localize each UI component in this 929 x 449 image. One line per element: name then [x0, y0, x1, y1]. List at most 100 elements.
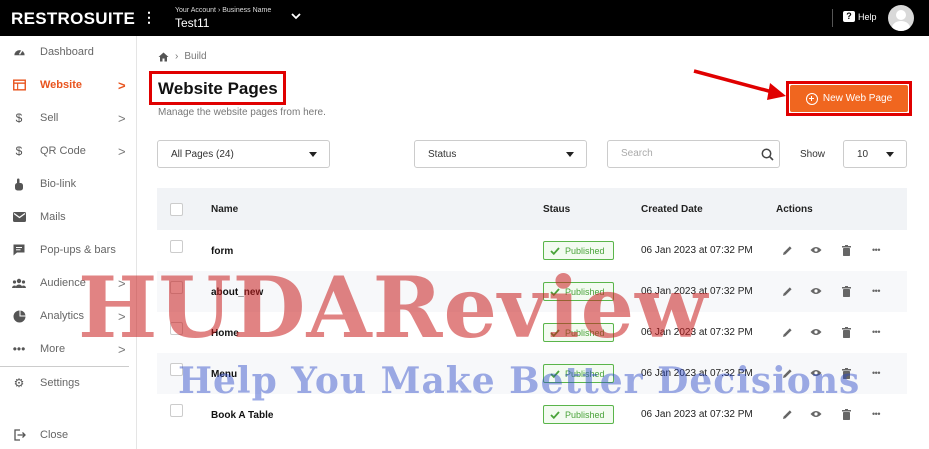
edit-pencil-icon[interactable] — [780, 284, 794, 298]
search-icon[interactable] — [761, 148, 774, 161]
sign-out-icon — [12, 428, 26, 442]
sidebar-item-close[interactable]: Close — [0, 420, 136, 449]
caret-down-icon — [886, 152, 894, 157]
caret-down-icon — [566, 152, 574, 157]
annotation-arrow — [693, 69, 786, 100]
check-icon — [550, 287, 560, 296]
new-web-page-label: New Web Page — [822, 93, 893, 104]
delete-trash-icon[interactable] — [839, 366, 853, 380]
avatar[interactable] — [888, 5, 914, 31]
select-all-checkbox[interactable] — [170, 203, 183, 216]
pie-chart-icon — [12, 309, 26, 323]
sidebar-item-more[interactable]: ••• More > — [0, 334, 136, 364]
chevron-right-icon: > — [118, 143, 126, 159]
status-filter-select[interactable]: Status — [414, 140, 587, 168]
column-header-name[interactable]: Name — [211, 204, 238, 215]
sidebar-item-label: Analytics — [40, 310, 85, 322]
chevron-right-icon: > — [118, 77, 126, 93]
account-switcher[interactable]: Your Account › Business Name Test11 — [175, 7, 271, 30]
more-options-icon[interactable]: ••• — [869, 366, 883, 380]
sidebar-item-settings[interactable]: ⚙ Settings — [0, 368, 136, 398]
gear-icon: ⚙ — [13, 376, 25, 390]
app-menu-icon[interactable]: ⋮ — [142, 10, 156, 24]
sidebar-item-website[interactable]: Website > — [0, 70, 136, 100]
status-label: Published — [565, 368, 605, 379]
sidebar-item-qr-code[interactable]: $ QR Code > — [0, 136, 136, 166]
more-options-icon[interactable]: ••• — [869, 243, 883, 257]
dots-icon: ••• — [12, 342, 26, 356]
sidebar-item-dashboard[interactable]: Dashboard — [0, 37, 136, 67]
more-options-icon[interactable]: ••• — [869, 407, 883, 421]
preview-eye-icon[interactable] — [809, 366, 823, 380]
status-filter-value: Status — [428, 148, 457, 160]
sidebar-item-label: Pop-ups & bars — [40, 244, 116, 256]
created-date: 06 Jan 2023 at 07:32 PM — [641, 286, 753, 297]
help-icon: ? — [843, 11, 855, 22]
sidebar-item-sell[interactable]: $ Sell > — [0, 103, 136, 133]
delete-trash-icon[interactable] — [839, 243, 853, 257]
sidebar: Dashboard Website > $ Sell > $ QR Code >… — [0, 36, 137, 449]
created-date: 06 Jan 2023 at 07:32 PM — [641, 368, 753, 379]
new-web-page-button[interactable]: New Web Page — [790, 85, 908, 112]
search-box — [607, 140, 780, 168]
home-icon[interactable] — [158, 52, 169, 62]
delete-trash-icon[interactable] — [839, 325, 853, 339]
page-name[interactable]: Book A Table — [211, 410, 273, 421]
envelope-icon — [12, 210, 26, 224]
status-label: Published — [565, 245, 605, 256]
sidebar-item-label: Dashboard — [40, 46, 94, 58]
preview-eye-icon[interactable] — [809, 325, 823, 339]
row-checkbox[interactable] — [170, 322, 183, 335]
row-checkbox[interactable] — [170, 363, 183, 376]
page-name[interactable]: Home — [211, 328, 239, 339]
gauge-icon — [12, 45, 26, 59]
table-row: Book A Table Published 06 Jan 2023 at 07:3… — [157, 394, 907, 435]
created-date: 06 Jan 2023 at 07:32 PM — [641, 327, 753, 338]
sidebar-item-audience[interactable]: Audience > — [0, 268, 136, 298]
sidebar-item-analytics[interactable]: Analytics > — [0, 301, 136, 331]
sidebar-item-label: Bio-link — [40, 178, 77, 190]
search-input[interactable] — [621, 148, 751, 159]
status-label: Published — [565, 286, 605, 297]
delete-trash-icon[interactable] — [839, 407, 853, 421]
row-checkbox[interactable] — [170, 404, 183, 417]
preview-eye-icon[interactable] — [809, 407, 823, 421]
chevron-right-icon: > — [118, 308, 126, 324]
delete-trash-icon[interactable] — [839, 284, 853, 298]
preview-eye-icon[interactable] — [809, 284, 823, 298]
plus-circle-icon — [805, 92, 818, 105]
status-label: Published — [565, 409, 605, 420]
brand-logo[interactable]: RESTROSUITE — [11, 9, 135, 29]
pages-filter-select[interactable]: All Pages (24) — [157, 140, 330, 168]
column-header-status[interactable]: Staus — [543, 204, 570, 215]
edit-pencil-icon[interactable] — [780, 243, 794, 257]
chevron-right-icon: > — [118, 341, 126, 357]
caret-down-icon — [309, 152, 317, 157]
column-header-actions: Actions — [776, 204, 813, 215]
edit-pencil-icon[interactable] — [780, 366, 794, 380]
row-checkbox[interactable] — [170, 281, 183, 294]
page-name[interactable]: form — [211, 246, 233, 257]
breadcrumb-current[interactable]: Build — [184, 51, 206, 62]
sidebar-item-bio-link[interactable]: Bio-link — [0, 169, 136, 199]
edit-pencil-icon[interactable] — [780, 407, 794, 421]
comment-icon — [12, 243, 26, 257]
help-button[interactable]: ? Help — [843, 11, 877, 22]
more-options-icon[interactable]: ••• — [869, 325, 883, 339]
hand-pointer-icon — [12, 177, 26, 191]
page-name[interactable]: about_new — [211, 287, 263, 298]
created-date: 06 Jan 2023 at 07:32 PM — [641, 245, 753, 256]
row-checkbox[interactable] — [170, 240, 183, 253]
edit-pencil-icon[interactable] — [780, 325, 794, 339]
more-options-icon[interactable]: ••• — [869, 284, 883, 298]
page-size-select[interactable]: 10 — [843, 140, 907, 168]
page-name[interactable]: Menu — [211, 369, 237, 380]
sidebar-item-popups[interactable]: Pop-ups & bars — [0, 235, 136, 265]
column-header-created[interactable]: Created Date — [641, 204, 703, 215]
sidebar-item-mails[interactable]: Mails — [0, 202, 136, 232]
sidebar-item-label: Close — [40, 429, 69, 441]
preview-eye-icon[interactable] — [809, 243, 823, 257]
check-icon — [550, 410, 560, 419]
show-label: Show — [800, 149, 826, 160]
chevron-down-icon[interactable] — [290, 10, 302, 22]
